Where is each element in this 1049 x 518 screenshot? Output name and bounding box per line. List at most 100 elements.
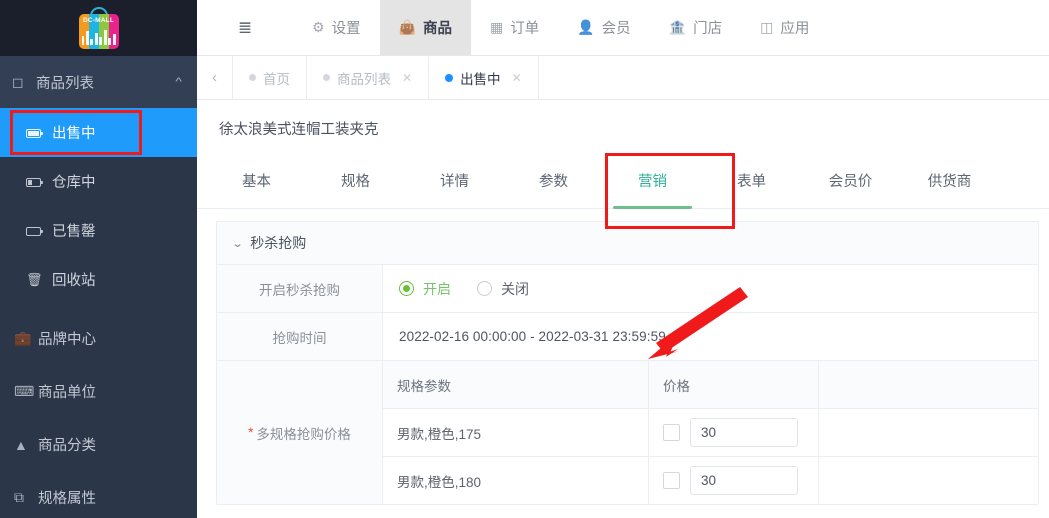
tab-product-list[interactable]: 商品列表 ✕: [307, 56, 430, 99]
price-input[interactable]: 30: [690, 466, 798, 495]
required-mark: *: [248, 425, 254, 440]
product-tab-label: 供货商: [927, 174, 972, 190]
sidebar-item-in-warehouse[interactable]: 仓库中: [0, 157, 197, 206]
seckill-time-value: 2022-02-16 00:00:00 - 2022-03-31 23:59:5…: [399, 329, 666, 344]
topnav-label: 商品: [423, 21, 452, 37]
product-tabs: 基本 规格 详情 参数 营销 表单 会员价 供货商: [197, 153, 1049, 209]
sidebar-item-label: 规格属性: [38, 491, 96, 507]
layers-icon: ⧉: [14, 489, 24, 505]
product-tab-params[interactable]: 参数: [504, 153, 603, 208]
sidebar-item-product-category[interactable]: ▲ 商品分类: [0, 418, 197, 471]
sidebar-item-label: 仓库中: [52, 175, 96, 191]
topnav-item-order[interactable]: ▦ 订单: [471, 0, 558, 55]
topnav-label: 会员: [601, 21, 631, 37]
battery-full-icon: [26, 125, 52, 140]
sidebar-item-product-unit[interactable]: ⌨ 商品单位: [0, 365, 197, 418]
topnav-label: 订单: [510, 21, 540, 37]
radio-enable-on[interactable]: 开启: [399, 279, 451, 299]
seckill-time-row: 抢购时间 2022-02-16 00:00:00 - 2022-03-31 23…: [217, 313, 1038, 361]
tab-label: 出售中: [460, 71, 501, 87]
product-tab-detail[interactable]: 详情: [405, 153, 504, 208]
tab-on-sale[interactable]: 出售中 ✕: [429, 56, 539, 99]
tab-label: 首页: [263, 71, 290, 87]
product-tab-marketing[interactable]: 营销: [603, 153, 702, 209]
enable-seckill-label: 开启秒杀抢购: [217, 265, 383, 312]
cell-extra: [819, 409, 1038, 456]
topnav-item-product[interactable]: 👜 商品: [379, 0, 471, 55]
cell-extra: [819, 457, 1038, 504]
top-navigation-bar: ≣ ⚙ 设置 👜 商品 ▦ 订单 👤 会员 🏦 门店 ◫ 应用: [197, 0, 1049, 56]
grid-icon: ▦: [490, 19, 504, 35]
table-header-row: 规格参数 价格: [383, 361, 1038, 409]
sidebar-group-product-list[interactable]: ◻ 商品列表 ^: [0, 56, 197, 108]
topnav-label: 设置: [331, 21, 361, 37]
tab-home[interactable]: 首页: [233, 56, 307, 99]
chevron-left-icon[interactable]: ‹: [197, 56, 233, 99]
seckill-panel-header[interactable]: ⌄ 秒杀抢购: [217, 222, 1038, 265]
cell-price: 30: [649, 457, 819, 504]
product-tab-supplier[interactable]: 供货商: [900, 153, 999, 208]
product-tab-basic[interactable]: 基本: [207, 153, 306, 208]
price-checkbox[interactable]: [663, 472, 680, 489]
dc-mall-logo-icon: DC-MALL: [78, 7, 119, 49]
product-tab-label: 参数: [539, 174, 568, 190]
sidebar-item-sold-out[interactable]: 已售罄: [0, 206, 197, 255]
cell-spec: 男款,橙色,175: [383, 409, 649, 456]
logo-bars: [81, 28, 116, 45]
enable-seckill-body: 开启 关闭: [383, 265, 1038, 312]
product-tab-label: 表单: [737, 174, 766, 190]
bank-icon: 🏦: [668, 19, 687, 35]
sidebar-item-label: 回收站: [52, 273, 96, 289]
seckill-time-body[interactable]: 2022-02-16 00:00:00 - 2022-03-31 23:59:5…: [383, 313, 1038, 360]
brand-logo[interactable]: DC-MALL: [0, 0, 197, 56]
cell-price: 30: [649, 409, 819, 456]
topnav-label: 门店: [693, 21, 723, 37]
tab-status-dot: [249, 74, 256, 81]
sidebar-item-label: 商品单位: [38, 385, 96, 401]
seckill-time-label: 抢购时间: [217, 313, 383, 360]
column-header-price: 价格: [649, 361, 819, 408]
close-icon[interactable]: ✕: [512, 71, 522, 85]
tab-label: 商品列表: [337, 71, 391, 87]
sidebar-item-recycle-bin[interactable]: 🗑 回收站: [0, 255, 197, 304]
sidebar-item-brand-center[interactable]: 💼 品牌中心: [0, 312, 197, 365]
app-root: DC-MALL ◻ 商品列表 ^ 出售中 仓库中 已售罄 🗑 回收站 💼 品牌中…: [0, 0, 1049, 518]
radio-circle-icon: [477, 281, 492, 296]
tab-status-dot: [323, 74, 330, 81]
multi-spec-price-table: 规格参数 价格 男款,橙色,175 30 男款,橙色,180 30: [383, 361, 1038, 504]
multi-spec-price-label: * 多规格抢购价格: [217, 361, 383, 504]
briefcase-icon: 💼: [14, 330, 32, 346]
radio-label: 开启: [423, 280, 451, 297]
topnav-item-store[interactable]: 🏦 门店: [650, 0, 741, 55]
radio-circle-icon: [399, 281, 414, 296]
menu-collapse-icon[interactable]: ≣: [197, 0, 293, 55]
main-area: ≣ ⚙ 设置 👜 商品 ▦ 订单 👤 会员 🏦 门店 ◫ 应用 ‹ 首页 商品列…: [197, 0, 1049, 518]
product-tab-member-price[interactable]: 会员价: [801, 153, 900, 208]
chevron-down-icon: ⌄: [231, 237, 244, 250]
topnav-item-member[interactable]: 👤 会员: [558, 0, 649, 55]
product-tab-label: 基本: [242, 174, 271, 190]
tab-status-dot: [445, 73, 454, 82]
enable-seckill-row: 开启秒杀抢购 开启 关闭: [217, 265, 1038, 313]
logo-text: DC-MALL: [82, 17, 114, 24]
battery-empty-icon: [26, 223, 52, 238]
radio-enable-off[interactable]: 关闭: [477, 279, 529, 299]
sidebar-item-spec-attribute[interactable]: ⧉ 规格属性: [0, 471, 197, 518]
topnav-item-settings[interactable]: ⚙ 设置: [293, 0, 380, 55]
price-input[interactable]: 30: [690, 418, 798, 447]
sidebar-group-label: 商品列表: [36, 75, 94, 92]
product-tab-spec[interactable]: 规格: [306, 153, 405, 208]
sidebar-item-on-sale[interactable]: 出售中: [0, 108, 197, 157]
battery-half-icon: [26, 174, 52, 189]
product-tab-label: 会员价: [828, 174, 873, 190]
cube-icon: ◻: [12, 73, 24, 90]
price-checkbox[interactable]: [663, 424, 680, 441]
user-icon: 👤: [577, 19, 595, 35]
product-tab-form[interactable]: 表单: [702, 153, 801, 208]
sidebar-item-label: 品牌中心: [38, 332, 96, 348]
circle-up-icon: ▲: [14, 436, 28, 453]
cell-spec: 男款,橙色,180: [383, 457, 649, 504]
column-header-spec: 规格参数: [383, 361, 649, 408]
topnav-item-apps[interactable]: ◫ 应用: [741, 0, 828, 55]
close-icon[interactable]: ✕: [402, 71, 412, 85]
